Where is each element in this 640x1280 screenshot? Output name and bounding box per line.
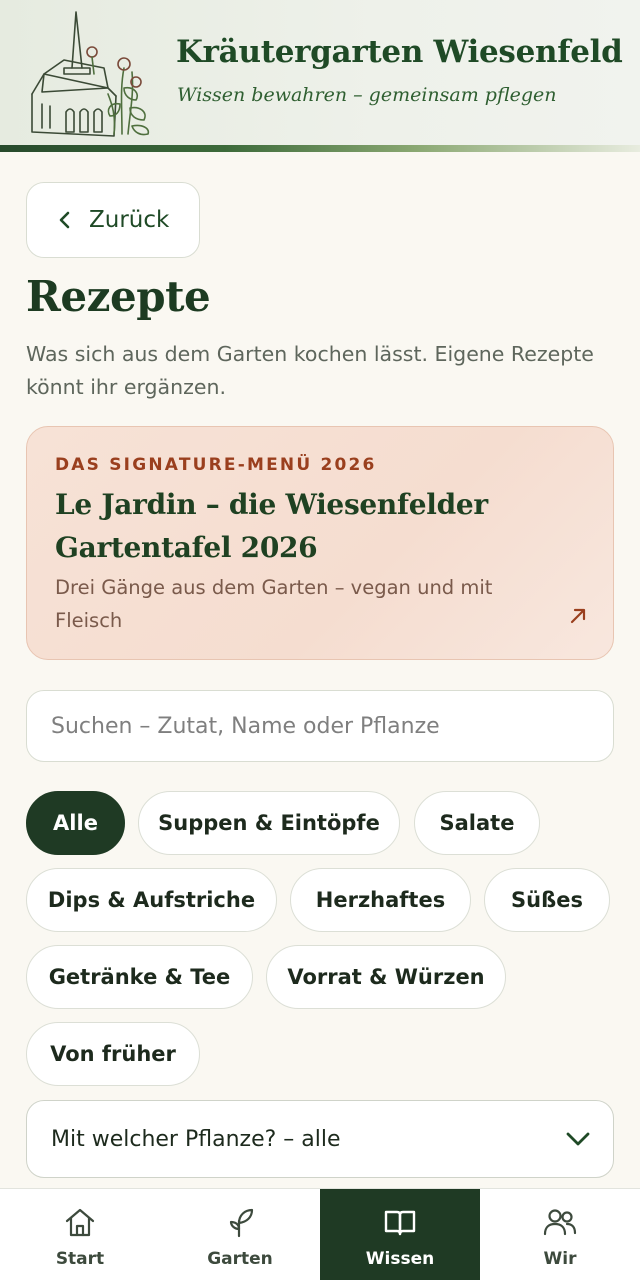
filter-chip-getraenke[interactable]: Getränke & Tee [26,945,253,1009]
site-tagline: Wissen bewahren – gemeinsam pflegen [177,84,557,106]
chip-label: Herzhaftes [315,888,446,912]
church-with-herbs-logo-icon [31,11,150,137]
bottom-navigation: Start Garten Wissen Wir [0,1188,640,1280]
filter-chip-herzhaftes[interactable]: Herzhaftes [290,868,471,932]
feature-title: Le Jardin – die Wiesenfelder Gartentafel… [55,488,488,564]
plant-select-value: Mit welcher Pflanze? – alle [51,1126,341,1152]
back-button[interactable]: Zurück [26,182,200,258]
nav-label: Start [55,1249,105,1269]
nav-label: Wissen [365,1249,435,1269]
filter-chip-von-frueher[interactable]: Von früher [26,1022,200,1086]
filter-chip-suppen[interactable]: Suppen & Eintöpfe [138,791,400,855]
chevron-left-icon [59,211,70,229]
chip-label: Salate [439,811,515,835]
sprout-icon [229,1208,254,1238]
site-header: Kräutergarten Wiesenfeld Wissen bewahren… [0,0,640,152]
chip-label: Dips & Aufstriche [47,888,256,912]
book-icon [384,1210,416,1236]
plant-select[interactable]: Mit welcher Pflanze? – alle [26,1100,614,1178]
chip-label: Von früher [50,1042,176,1066]
feature-eyebrow: DAS SIGNATURE-MENÜ 2026 [55,455,377,475]
back-button-label: Zurück [89,207,170,233]
page-title: Rezepte [26,272,211,321]
filter-chip-salate[interactable]: Salate [414,791,540,855]
signature-menu-card[interactable]: DAS SIGNATURE-MENÜ 2026 Le Jardin – die … [26,426,614,660]
chip-label: Vorrat & Würzen [287,965,485,989]
nav-item-wissen[interactable]: Wissen [320,1189,480,1280]
chevron-down-icon [566,1132,590,1146]
site-title: Kräutergarten Wiesenfeld [176,34,623,70]
filter-chip-vorrat[interactable]: Vorrat & Würzen [266,945,506,1009]
chip-label: Getränke & Tee [48,965,231,989]
nav-item-garten[interactable]: Garten [160,1189,320,1280]
nav-item-wir[interactable]: Wir [480,1189,640,1280]
chip-label: Süßes [511,888,583,912]
chip-label: Suppen & Eintöpfe [158,811,380,835]
users-icon [543,1209,577,1236]
page-intro: Was sich aus dem Garten kochen lässt. Ei… [26,342,594,399]
arrow-up-right-icon [570,608,586,624]
header-divider [0,145,640,152]
nav-label: Wir [543,1249,577,1269]
feature-subtitle: Drei Gänge aus dem Garten – vegan und mi… [55,576,493,632]
filter-chip-alle[interactable]: Alle [26,791,125,855]
chip-label: Alle [53,811,98,835]
nav-item-start[interactable]: Start [0,1189,160,1280]
search-input[interactable] [26,690,614,762]
filter-chip-dips[interactable]: Dips & Aufstriche [26,868,277,932]
nav-label: Garten [207,1249,273,1269]
filter-chip-suesses[interactable]: Süßes [484,868,610,932]
home-icon [65,1208,95,1237]
